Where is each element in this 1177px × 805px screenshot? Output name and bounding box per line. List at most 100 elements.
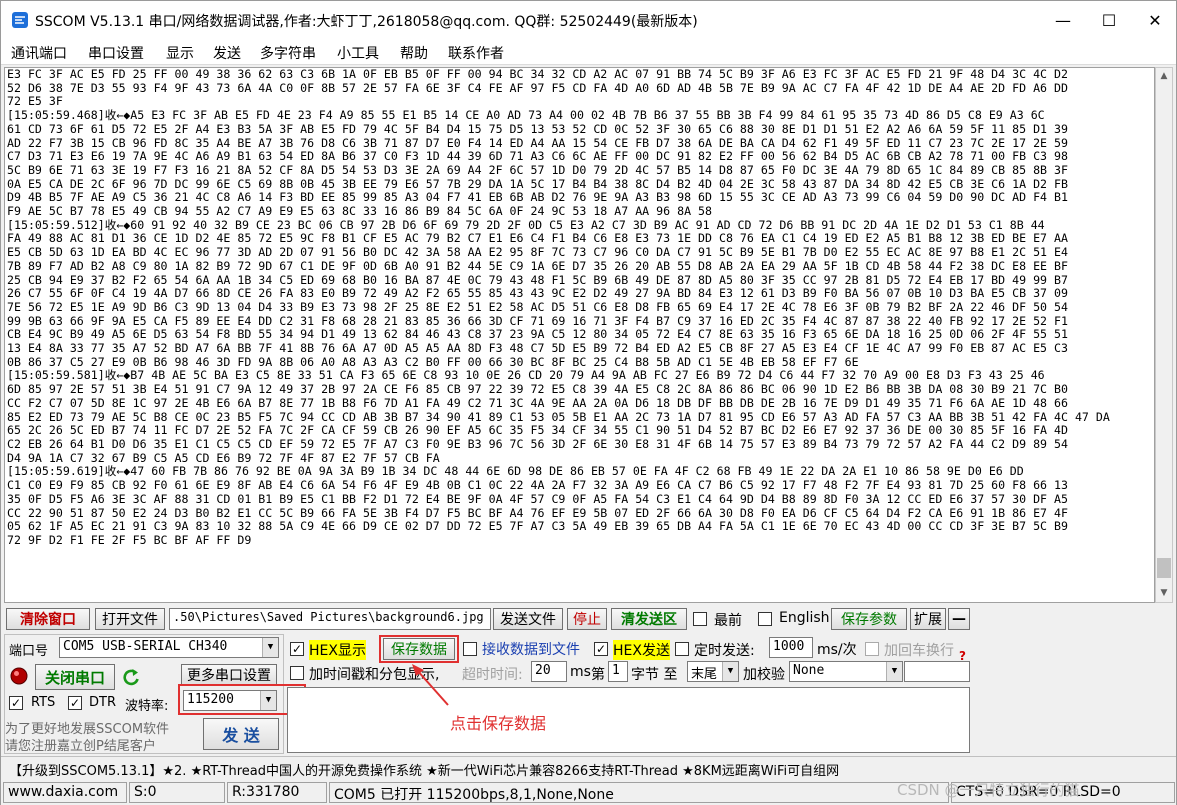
send-file-button[interactable]: 发送文件 bbox=[493, 608, 563, 630]
terminal-line: 25 CB 94 E9 37 B2 F2 65 54 6A AA 1B 34 C… bbox=[7, 272, 1068, 287]
checksum-value: None bbox=[793, 663, 825, 678]
timed-send-checkbox[interactable] bbox=[675, 642, 689, 656]
hex-display-checkbox[interactable]: ✓ bbox=[290, 642, 304, 656]
timeout-input[interactable]: 20 bbox=[531, 661, 567, 682]
annotation-text: 点击保存数据 bbox=[450, 714, 547, 733]
menu-multi-string[interactable]: 多字符串 bbox=[260, 43, 316, 63]
timestamp-checkbox[interactable] bbox=[290, 666, 304, 680]
topmost-label: 最前 bbox=[714, 613, 742, 629]
terminal-line: E5 CB 5D 63 1D EA BD 4C EC 96 77 3D AD 2… bbox=[7, 245, 1068, 260]
menu-display[interactable]: 显示 bbox=[166, 43, 194, 63]
terminal-line: 13 E4 8A 33 77 35 A7 52 BD A7 6A BB 7F 4… bbox=[7, 341, 1068, 356]
port-status-text: COM5 已打开 115200bps,8,1,None,None bbox=[329, 782, 949, 803]
add-newline-checkbox[interactable] bbox=[865, 642, 879, 656]
terminal-line: D9 4B B5 7F AE A9 C5 36 21 4C C8 A6 14 F… bbox=[7, 190, 1068, 205]
file-path-field[interactable]: .50\Pictures\Saved Pictures\background6.… bbox=[169, 608, 491, 630]
window-title: SSCOM V5.13.1 串口/网络数据调试器,作者:大虾丁丁,2618058… bbox=[35, 14, 698, 30]
clear-window-button[interactable]: 清除窗口 bbox=[6, 608, 90, 630]
timed-send-label: 定时发送: bbox=[694, 643, 755, 659]
terminal-line: 5C B9 6E 71 63 3E 19 F7 F3 16 21 8A 52 C… bbox=[7, 162, 1068, 177]
byte-end-select[interactable]: 末尾 ▼ bbox=[687, 661, 739, 682]
checksum-select[interactable]: None ▼ bbox=[789, 661, 903, 682]
hex-send-checkbox[interactable]: ✓ bbox=[594, 642, 608, 656]
receive-data-area[interactable]: E3 FC 3F AC E5 FD 25 FF 00 49 38 36 62 6… bbox=[4, 67, 1155, 603]
terminal-line: 7B 89 F7 AD B2 A8 C9 80 1A 82 B9 72 9D 6… bbox=[7, 258, 1068, 273]
minimize-button[interactable]: — bbox=[1040, 1, 1086, 39]
terminal-line: 65 2C 26 5C ED B7 74 11 FC D7 2E 52 FA 7… bbox=[7, 423, 1068, 438]
recv-to-file-checkbox[interactable] bbox=[463, 642, 477, 656]
timed-interval-input[interactable]: 1000 bbox=[769, 637, 813, 658]
vertical-scrollbar[interactable]: ▲ ▼ bbox=[1155, 67, 1173, 603]
rts-checkbox[interactable]: ✓ bbox=[9, 696, 23, 710]
website-link[interactable]: www.daxia.com bbox=[3, 782, 127, 803]
english-label: English bbox=[779, 610, 830, 626]
chevron-down-icon: ▼ bbox=[262, 638, 278, 657]
scroll-down-icon[interactable]: ▼ bbox=[1156, 585, 1172, 602]
promo-text-line2[interactable]: 请您注册嘉立创P结尾客户 bbox=[5, 735, 156, 754]
terminal-line: FA 49 88 AC 81 D1 36 CE 1D D2 4E 85 72 E… bbox=[7, 231, 1068, 246]
terminal-line: [15:05:59.512]收←◆60 91 92 40 32 B9 CE 23… bbox=[7, 217, 1045, 232]
checksum-extra-field[interactable] bbox=[904, 661, 970, 682]
menu-tools[interactable]: 小工具 bbox=[337, 43, 379, 63]
scroll-up-icon[interactable]: ▲ bbox=[1156, 68, 1172, 85]
send-button[interactable]: 发 送 bbox=[203, 718, 279, 750]
stop-button[interactable]: 停止 bbox=[567, 608, 607, 630]
news-ticker[interactable]: 【升级到SSCOM5.13.1】★2. ★RT-Thread中国人的开源免费操作… bbox=[1, 756, 1176, 779]
menu-help[interactable]: 帮助 bbox=[400, 43, 428, 63]
dtr-checkbox[interactable]: ✓ bbox=[68, 696, 82, 710]
dtr-label: DTR bbox=[89, 695, 116, 710]
maximize-button[interactable]: ☐ bbox=[1086, 1, 1132, 39]
byte-to-label: 字节 至 bbox=[631, 667, 678, 683]
menu-send[interactable]: 发送 bbox=[213, 43, 241, 63]
topmost-checkbox[interactable] bbox=[693, 612, 707, 626]
nth-label: 第 bbox=[591, 667, 605, 683]
baud-label: 波特率: bbox=[125, 699, 169, 714]
terminal-line: 72 9F D2 F1 FE 2F F5 BC BF AF FF D9 bbox=[7, 532, 252, 547]
terminal-line: 05 62 1F A5 EC 21 91 C3 9A 83 10 32 88 5… bbox=[7, 519, 1068, 534]
port-select[interactable]: COM5 USB-SERIAL CH340 ▼ bbox=[59, 637, 279, 658]
timeout-unit-label: ms bbox=[570, 664, 591, 680]
scrollbar-thumb[interactable] bbox=[1157, 558, 1171, 578]
terminal-line: AD 22 F7 3B 15 CB 96 FD 8C 35 A4 BE A7 3… bbox=[7, 135, 1068, 150]
terminal-line: [15:05:59.581]收←◆B7 4B AE 5C BA E3 C5 8E… bbox=[7, 368, 1045, 383]
terminal-line: 52 D6 38 7E D3 55 93 F4 9F 43 73 6A 4A C… bbox=[7, 80, 1068, 95]
hex-send-label: HEX发送 bbox=[613, 640, 670, 660]
terminal-line: D4 9A 1A C7 32 67 B9 C5 A5 CD E6 B9 72 7… bbox=[7, 450, 440, 465]
expand-button[interactable]: 扩展 bbox=[910, 608, 946, 630]
add-newline-label: 加回车换行 bbox=[884, 643, 954, 659]
open-file-button[interactable]: 打开文件 bbox=[95, 608, 165, 630]
refresh-icon[interactable] bbox=[121, 667, 141, 687]
menu-bar: 通讯端口 串口设置 显示 发送 多字符串 小工具 帮助 联系作者 bbox=[1, 39, 1176, 65]
close-port-button[interactable]: 关闭串口 bbox=[35, 664, 115, 690]
annotation-arrow-icon bbox=[412, 664, 449, 706]
timed-unit-label: ms/次 bbox=[817, 642, 857, 658]
terminal-line: 61 CD 73 6F 61 D5 72 E5 2F A4 E3 B3 5A 3… bbox=[7, 121, 1068, 136]
sent-count: S:0 bbox=[129, 782, 225, 803]
collapse-button[interactable]: — bbox=[948, 608, 970, 630]
recv-to-file-label: 接收数据到文件 bbox=[482, 642, 580, 658]
send-text-area[interactable] bbox=[287, 687, 970, 753]
port-select-value: COM5 USB-SERIAL CH340 bbox=[63, 639, 228, 654]
checksum-label: 加校验 bbox=[743, 667, 785, 683]
terminal-line: CC F2 C7 07 5D 8E 1C 97 2E 4B E6 6A B7 8… bbox=[7, 395, 1068, 410]
terminal-line: 6D 85 97 2E 57 51 3B E4 51 91 C7 9A 12 4… bbox=[7, 382, 1068, 397]
close-button[interactable]: ✕ bbox=[1132, 1, 1177, 39]
watermark: CSDN @一只特立独行的猫 bbox=[897, 781, 1080, 799]
terminal-line: [15:05:59.468]收←◆A5 E3 FC 3F AB E5 FD 4E… bbox=[7, 108, 1045, 123]
byte-start-input[interactable]: 1 bbox=[608, 661, 628, 682]
port-status-lamp-icon bbox=[10, 667, 28, 685]
terminal-line: 72 E5 3F bbox=[7, 94, 63, 109]
hex-display-label: HEX显示 bbox=[309, 640, 366, 660]
save-params-button[interactable]: 保存参数 bbox=[831, 608, 907, 630]
more-serial-settings-button[interactable]: 更多串口设置 bbox=[181, 664, 277, 686]
received-count: R:331780 bbox=[227, 782, 327, 803]
byte-end-value: 末尾 bbox=[691, 667, 718, 682]
english-checkbox[interactable] bbox=[758, 612, 772, 626]
terminal-line: C1 C0 E9 F9 85 CB 92 F0 61 6E E9 8F AB E… bbox=[7, 478, 1068, 493]
menu-comm-port[interactable]: 通讯端口 bbox=[11, 43, 67, 63]
menu-contact-author[interactable]: 联系作者 bbox=[448, 43, 504, 63]
terminal-line: 26 C7 55 6F 0F C4 19 4A D7 66 8D CE 26 F… bbox=[7, 286, 1068, 301]
sscom-window: SSCOM V5.13.1 串口/网络数据调试器,作者:大虾丁丁,2618058… bbox=[0, 0, 1177, 805]
clear-send-area-button[interactable]: 清发送区 bbox=[611, 608, 687, 630]
menu-serial-settings[interactable]: 串口设置 bbox=[88, 43, 144, 63]
